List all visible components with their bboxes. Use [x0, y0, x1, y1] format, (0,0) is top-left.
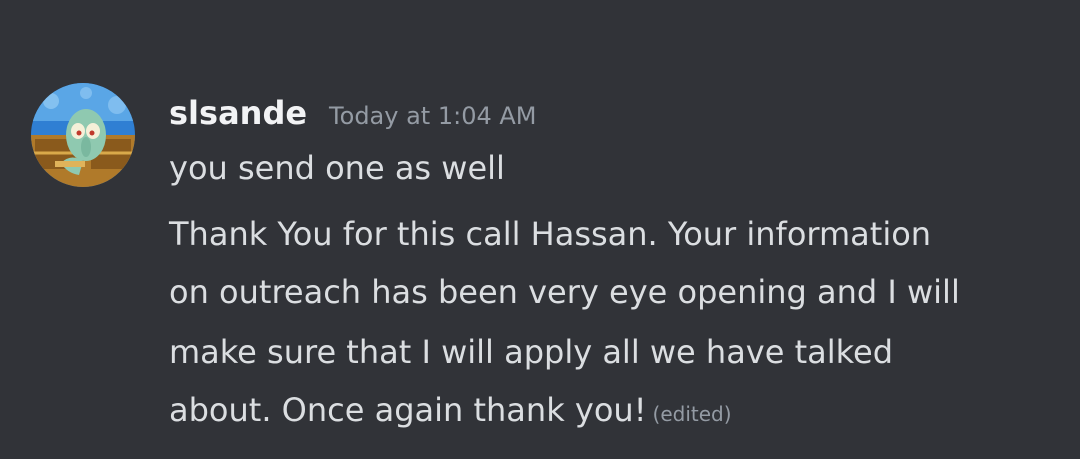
squidward-avatar-icon [31, 83, 135, 187]
avatar[interactable] [31, 83, 135, 187]
edited-label: (edited) [652, 402, 732, 426]
message-line: you send one as well [169, 149, 505, 187]
message-timestamp[interactable]: Today at 1:04 AM [329, 91, 536, 141]
message-line: on outreach has been very eye opening an… [169, 273, 960, 311]
message-line-last: about. Once again thank you! (edited) [169, 390, 732, 434]
message-header: slsande Today at 1:04 AM [169, 88, 536, 138]
chat-message: slsande Today at 1:04 AM you send one as… [0, 0, 1080, 459]
message-text: about. Once again thank you! [169, 391, 647, 429]
message-line: Thank You for this call Hassan. Your inf… [169, 215, 932, 253]
username[interactable]: slsande [169, 88, 307, 138]
message-line: make sure that I will apply all we have … [169, 333, 894, 371]
